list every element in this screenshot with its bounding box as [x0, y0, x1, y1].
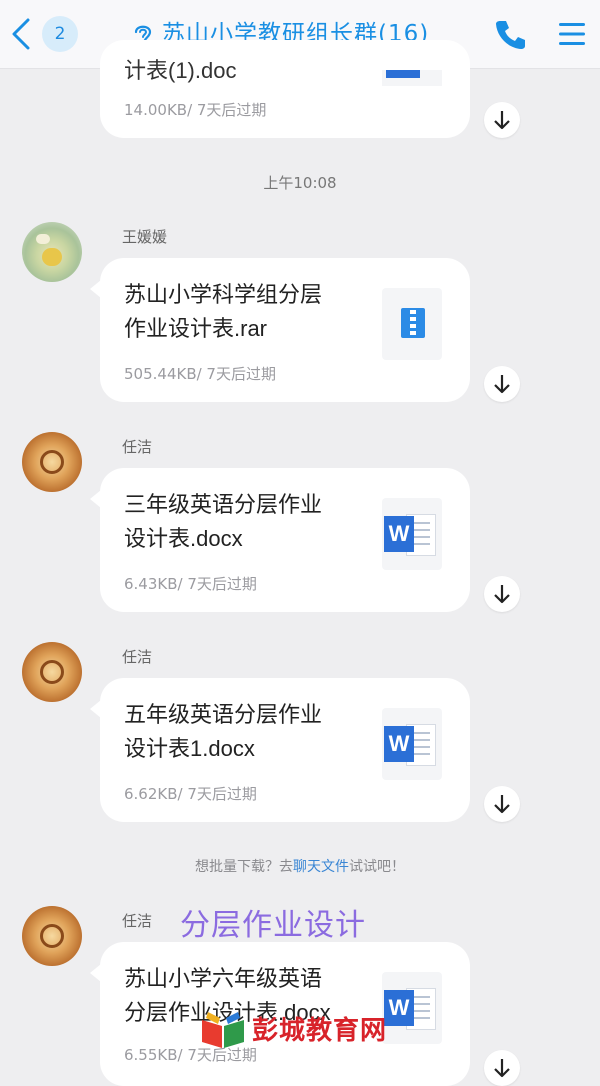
file-name: 计表(1).doc: [124, 58, 237, 83]
phone-icon[interactable]: [494, 17, 528, 51]
download-icon: [494, 795, 510, 814]
file-meta: 6.43KB/ 7天后过期: [124, 575, 257, 593]
sender-name: 任洁: [122, 438, 153, 456]
word-file-icon: W: [382, 708, 442, 780]
chat-files-link[interactable]: 聊天文件: [293, 859, 349, 875]
download-icon: [494, 585, 510, 604]
file-name-line: 五年级英语分层作业: [124, 702, 323, 727]
sender-name: 任洁: [122, 648, 153, 666]
hint-text: 想批量下载？去: [195, 859, 293, 875]
avatar[interactable]: [22, 906, 82, 966]
word-file-icon: W: [382, 972, 442, 1044]
time-divider: 上午10:08: [263, 174, 337, 192]
overlay-caption: 分层作业设计: [180, 908, 366, 943]
file-message-partial[interactable]: 计表(1).doc 14.00KB/ 7天后过期: [100, 40, 470, 138]
hint-text: 试试吧！: [349, 859, 405, 875]
download-button[interactable]: [484, 1050, 520, 1086]
watermark-text: 彭城教育网: [252, 1016, 388, 1046]
file-name-line: 设计表.docx: [124, 526, 243, 551]
avatar[interactable]: [22, 432, 82, 492]
download-icon: [494, 375, 510, 394]
file-name: 五年级英语分层作业 设计表1.docx: [124, 698, 364, 766]
file-meta: 14.00KB/ 7天后过期: [124, 101, 267, 119]
file-name-line: 设计表1.docx: [124, 736, 255, 761]
download-button[interactable]: [484, 786, 520, 822]
avatar[interactable]: [22, 642, 82, 702]
file-name-line: 苏山小学科学组分层: [124, 282, 323, 307]
download-button[interactable]: [484, 366, 520, 402]
back-icon[interactable]: [8, 18, 32, 50]
book-logo-icon: [202, 1012, 244, 1048]
file-message[interactable]: 苏山小学科学组分层 作业设计表.rar 505.44KB/ 7天后过期: [90, 258, 470, 402]
sender-name: 王媛媛: [122, 228, 168, 246]
archive-file-icon: [382, 288, 442, 360]
word-file-icon: W: [382, 498, 442, 570]
file-message[interactable]: 五年级英语分层作业 设计表1.docx 6.62KB/ 7天后过期 W: [90, 678, 470, 822]
batch-download-hint: 想批量下载？去聊天文件试试吧！: [0, 856, 600, 876]
sender-name: 任洁: [122, 912, 153, 930]
file-name: 苏山小学科学组分层 作业设计表.rar: [124, 278, 364, 346]
menu-icon[interactable]: [557, 20, 587, 48]
avatar[interactable]: [22, 222, 82, 282]
file-message[interactable]: 三年级英语分层作业 设计表.docx 6.43KB/ 7天后过期 W: [90, 468, 470, 612]
file-meta: 505.44KB/ 7天后过期: [124, 365, 276, 383]
word-file-icon: [382, 70, 442, 86]
download-button[interactable]: [484, 576, 520, 612]
file-name: 三年级英语分层作业 设计表.docx: [124, 488, 364, 556]
file-name-line: 作业设计表.rar: [124, 316, 268, 341]
unread-count-badge[interactable]: 2: [42, 16, 78, 52]
file-name-line: 苏山小学六年级英语: [124, 966, 323, 991]
file-name-line: 三年级英语分层作业: [124, 492, 323, 517]
download-button[interactable]: [484, 102, 520, 138]
file-meta: 6.62KB/ 7天后过期: [124, 785, 257, 803]
download-icon: [494, 111, 510, 130]
